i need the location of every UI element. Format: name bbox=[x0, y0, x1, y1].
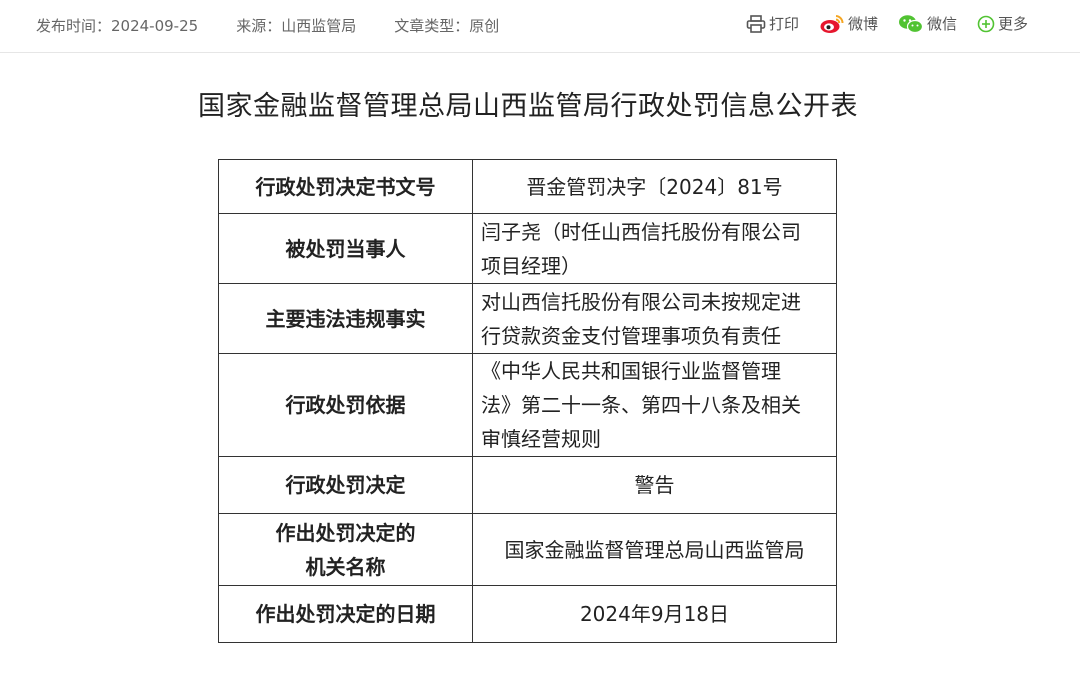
printer-icon bbox=[746, 14, 766, 33]
print-button[interactable]: 打印 bbox=[746, 13, 799, 34]
more-label: 更多 bbox=[997, 15, 1028, 33]
more-share-button[interactable]: 更多 bbox=[977, 13, 1028, 34]
row-label: 作出处罚决定的日期 bbox=[218, 585, 473, 643]
page-title: 国家金融监督管理总局山西监管局行政处罚信息公开表 bbox=[198, 91, 858, 122]
penalty-info-table: 行政处罚决定书文号 晋金管罚决字〔2024〕81号 被处罚当事人 闫子尧（时任山… bbox=[218, 159, 837, 643]
weibo-icon bbox=[819, 14, 845, 34]
weibo-share-button[interactable]: 微博 bbox=[819, 13, 878, 34]
article-source: 来源：山西监管局 bbox=[236, 17, 357, 35]
party-value: 闫子尧（时任山西信托股份有限公司 项目经理） bbox=[472, 213, 837, 284]
print-label: 打印 bbox=[768, 15, 799, 33]
table-row-authority: 作出处罚决定的 机关名称 国家金融监督管理总局山西监管局 bbox=[218, 513, 837, 586]
plus-circle-icon bbox=[977, 15, 995, 33]
table-row-violation-facts: 主要违法违规事实 对山西信托股份有限公司未按规定进 行贷款资金支付管理事项负有责… bbox=[218, 283, 837, 354]
row-label: 行政处罚决定 bbox=[218, 456, 473, 514]
table-row-decision-date: 作出处罚决定的日期 2024年9月18日 bbox=[218, 585, 837, 643]
row-label: 行政处罚依据 bbox=[218, 353, 473, 457]
row-label: 被处罚当事人 bbox=[218, 213, 473, 284]
article-type: 文章类型：原创 bbox=[394, 17, 500, 35]
table-row-legal-basis: 行政处罚依据 《中华人民共和国银行业监督管理 法》第二十一条、第四十八条及相关 … bbox=[218, 353, 837, 457]
legal-basis-value: 《中华人民共和国银行业监督管理 法》第二十一条、第四十八条及相关 审慎经营规则 bbox=[472, 353, 837, 457]
wechat-label: 微信 bbox=[926, 15, 957, 33]
share-toolbar: 打印 微博 微信 更多 bbox=[746, 13, 1028, 34]
decision-number-value: 晋金管罚决字〔2024〕81号 bbox=[472, 159, 837, 214]
decision-value: 警告 bbox=[472, 456, 837, 514]
article-meta: 发布时间：2024-09-25 来源：山西监管局 文章类型：原创 bbox=[36, 15, 499, 36]
row-label: 作出处罚决定的 机关名称 bbox=[218, 513, 473, 586]
row-label: 行政处罚决定书文号 bbox=[218, 159, 473, 214]
article-meta-bar: 发布时间：2024-09-25 来源：山西监管局 文章类型：原创 打印 微博 微… bbox=[0, 0, 1080, 53]
table-row-decision: 行政处罚决定 警告 bbox=[218, 456, 837, 514]
row-label: 主要违法违规事实 bbox=[218, 283, 473, 354]
wechat-share-button[interactable]: 微信 bbox=[898, 13, 957, 34]
weibo-label: 微博 bbox=[847, 15, 878, 33]
wechat-icon bbox=[898, 14, 924, 34]
table-row-party: 被处罚当事人 闫子尧（时任山西信托股份有限公司 项目经理） bbox=[218, 213, 837, 284]
table-row-decision-number: 行政处罚决定书文号 晋金管罚决字〔2024〕81号 bbox=[218, 159, 837, 214]
violation-facts-value: 对山西信托股份有限公司未按规定进 行贷款资金支付管理事项负有责任 bbox=[472, 283, 837, 354]
authority-value: 国家金融监督管理总局山西监管局 bbox=[472, 513, 837, 586]
publish-time: 发布时间：2024-09-25 bbox=[36, 17, 199, 35]
decision-date-value: 2024年9月18日 bbox=[472, 585, 837, 643]
